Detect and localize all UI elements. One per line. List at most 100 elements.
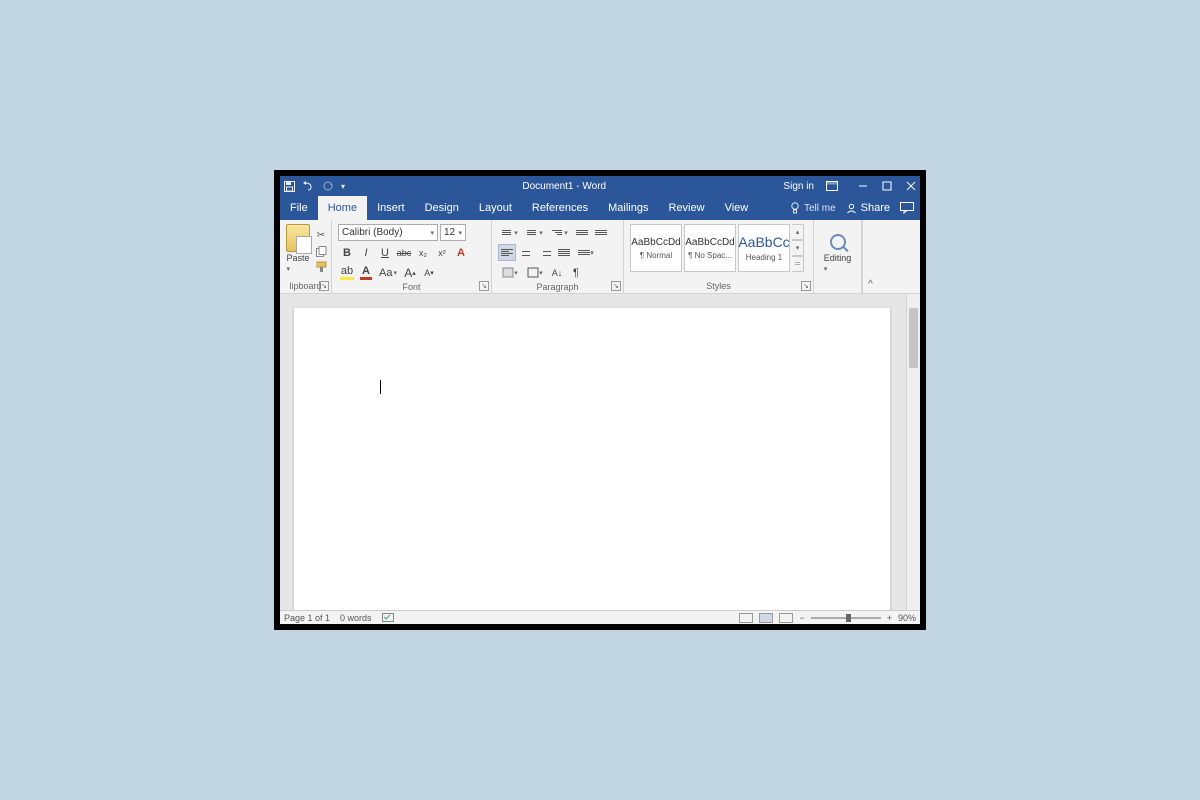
tab-insert[interactable]: Insert	[367, 196, 415, 220]
group-styles: AaBbCcDd ¶ Normal AaBbCcDd ¶ No Spac... …	[624, 220, 814, 293]
align-left-icon[interactable]	[498, 244, 516, 261]
style-normal[interactable]: AaBbCcDd ¶ Normal	[630, 224, 682, 272]
sign-in-link[interactable]: Sign in	[783, 181, 814, 192]
zoom-in-icon[interactable]: +	[887, 613, 892, 623]
copy-icon[interactable]	[314, 245, 328, 257]
undo-icon[interactable]	[303, 181, 315, 191]
tab-view[interactable]: View	[715, 196, 759, 220]
style-heading1[interactable]: AaBbCc Heading 1	[738, 224, 790, 272]
paragraph-group-label: Paragraph	[496, 281, 619, 294]
vertical-scrollbar[interactable]	[906, 294, 920, 610]
document-page[interactable]	[294, 308, 890, 610]
shading-icon[interactable]: ▾	[498, 264, 522, 281]
scrollbar-thumb[interactable]	[909, 308, 918, 368]
bold-button[interactable]: B	[338, 244, 356, 261]
increase-indent-icon[interactable]	[592, 224, 610, 241]
format-painter-icon[interactable]	[314, 261, 328, 273]
comments-icon[interactable]	[900, 202, 914, 214]
strikethrough-button[interactable]: abc	[395, 244, 413, 261]
tell-me-search[interactable]: Tell me	[790, 202, 836, 214]
borders-icon[interactable]: ▾	[523, 264, 547, 281]
redo-icon[interactable]	[323, 181, 333, 191]
find-icon[interactable]	[830, 234, 846, 250]
highlight-color-icon[interactable]: ab	[338, 264, 356, 281]
print-layout-icon[interactable]	[759, 613, 773, 623]
line-spacing-icon[interactable]: ▾	[574, 244, 598, 261]
styles-down-icon[interactable]: ▾	[792, 240, 804, 256]
tell-me-label: Tell me	[804, 203, 836, 214]
numbering-icon[interactable]: ▾	[523, 224, 547, 241]
italic-button[interactable]: I	[357, 244, 375, 261]
tab-layout[interactable]: Layout	[469, 196, 522, 220]
ribbon: Paste▾ ✂ lipboard ↘ Calibri (Body)▾ 12▾ …	[280, 220, 920, 294]
word-window: ▾ Document1 - Word Sign in File Home Ins…	[280, 176, 920, 624]
quick-access-toolbar: ▾	[284, 181, 345, 192]
paste-button[interactable]: Paste▾	[286, 253, 309, 273]
subscript-button[interactable]: x₂	[414, 244, 432, 261]
tab-references[interactable]: References	[522, 196, 598, 220]
title-bar: ▾ Document1 - Word Sign in	[280, 176, 920, 196]
word-count[interactable]: 0 words	[340, 613, 372, 623]
align-right-icon[interactable]	[536, 244, 554, 261]
editing-button[interactable]: Editing▾	[824, 253, 852, 273]
grow-font-button[interactable]: A▴	[401, 264, 419, 281]
spellcheck-icon[interactable]	[382, 613, 394, 623]
paragraph-launcher-icon[interactable]: ↘	[611, 281, 621, 291]
share-button[interactable]: Share	[846, 202, 890, 214]
clipboard-launcher-icon[interactable]: ↘	[319, 281, 329, 291]
save-icon[interactable]	[284, 181, 295, 192]
person-icon	[846, 203, 857, 214]
superscript-button[interactable]: x²	[433, 244, 451, 261]
underline-button[interactable]: U	[376, 244, 394, 261]
paste-icon[interactable]	[286, 224, 310, 252]
window-title: Document1 - Word	[345, 181, 783, 192]
justify-icon[interactable]	[555, 244, 573, 261]
shrink-font-button[interactable]: A▾	[420, 264, 438, 281]
style-no-spacing[interactable]: AaBbCcDd ¶ No Spac...	[684, 224, 736, 272]
font-size-combo[interactable]: 12▾	[440, 224, 466, 241]
read-mode-icon[interactable]	[739, 613, 753, 623]
zoom-out-icon[interactable]: −	[799, 613, 804, 623]
share-label: Share	[861, 202, 890, 214]
tab-mailings[interactable]: Mailings	[598, 196, 658, 220]
minimize-icon[interactable]	[858, 181, 868, 191]
tab-review[interactable]: Review	[659, 196, 715, 220]
app-frame: ▾ Document1 - Word Sign in File Home Ins…	[274, 170, 926, 630]
tab-design[interactable]: Design	[415, 196, 469, 220]
collapse-ribbon-icon[interactable]: ^	[862, 220, 878, 293]
multilevel-list-icon[interactable]: ▾	[548, 224, 572, 241]
qat-customize-icon[interactable]: ▾	[341, 182, 345, 191]
styles-launcher-icon[interactable]: ↘	[801, 281, 811, 291]
show-marks-icon[interactable]: ¶	[567, 264, 585, 281]
maximize-icon[interactable]	[882, 181, 892, 191]
text-effects-icon[interactable]: A	[452, 244, 470, 261]
ribbon-display-icon[interactable]	[826, 181, 838, 191]
styles-more-icon[interactable]: ＝	[792, 256, 804, 272]
zoom-slider[interactable]	[811, 617, 881, 619]
align-center-icon[interactable]	[517, 244, 535, 261]
cut-icon[interactable]: ✂	[314, 229, 328, 241]
page-count[interactable]: Page 1 of 1	[284, 613, 330, 623]
font-group-label: Font	[336, 281, 487, 294]
lightbulb-icon	[790, 202, 800, 214]
tab-home[interactable]: Home	[318, 196, 367, 220]
font-color-icon[interactable]: A	[357, 264, 375, 281]
group-editing: Editing▾	[814, 220, 862, 293]
tab-file[interactable]: File	[280, 196, 318, 220]
bullets-icon[interactable]: ▾	[498, 224, 522, 241]
styles-group-label: Styles	[628, 280, 809, 293]
styles-gallery-expand[interactable]: ▴ ▾ ＝	[792, 224, 804, 272]
text-cursor	[380, 380, 381, 394]
font-name-combo[interactable]: Calibri (Body)▾	[338, 224, 438, 241]
decrease-indent-icon[interactable]	[573, 224, 591, 241]
close-icon[interactable]	[906, 181, 916, 191]
status-bar: Page 1 of 1 0 words − + 90%	[280, 610, 920, 624]
font-launcher-icon[interactable]: ↘	[479, 281, 489, 291]
web-layout-icon[interactable]	[779, 613, 793, 623]
group-clipboard: Paste▾ ✂ lipboard ↘	[280, 220, 332, 293]
change-case-button[interactable]: Aa▾	[376, 264, 400, 281]
zoom-level[interactable]: 90%	[898, 613, 916, 623]
sort-icon[interactable]: A↓	[548, 264, 566, 281]
ribbon-tabs: File Home Insert Design Layout Reference…	[280, 196, 920, 220]
styles-up-icon[interactable]: ▴	[792, 224, 804, 240]
